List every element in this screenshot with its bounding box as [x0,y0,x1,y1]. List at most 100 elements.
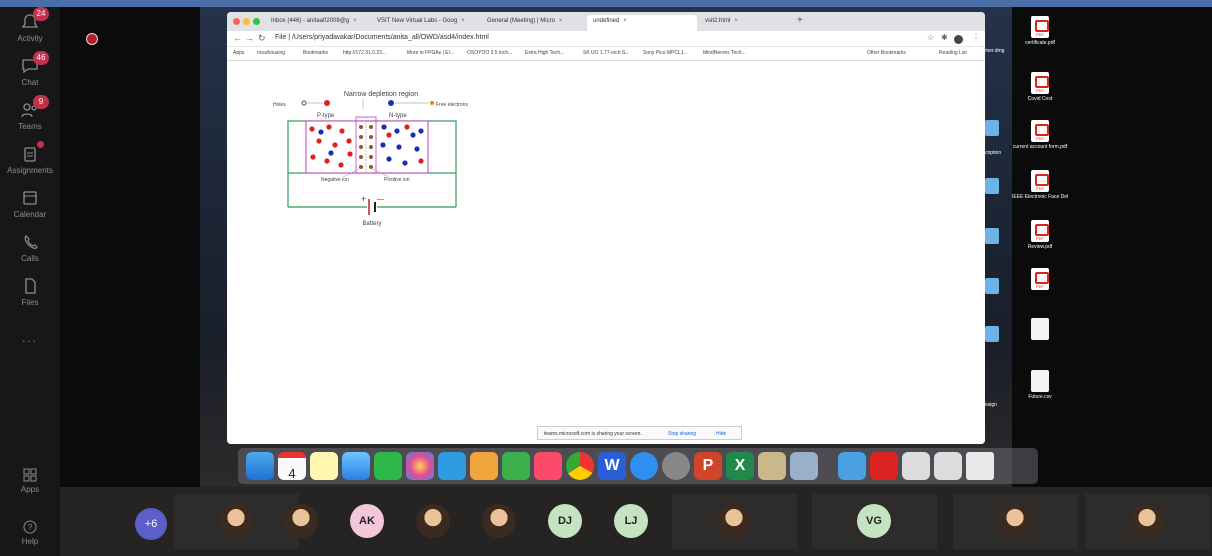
messages-icon[interactable] [342,452,370,480]
powerpoint-icon[interactable]: P [694,452,722,480]
desktop-icon-review[interactable]: Review.pdf [1012,220,1068,250]
pdf-icon [1031,16,1049,38]
reload-icon[interactable]: ↻ [258,33,266,44]
excel-icon[interactable]: X [726,452,754,480]
positive-ion-label: Positive ion [384,177,410,183]
chrome-icon[interactable] [566,452,594,480]
rail-item-chat[interactable]: 46 Chat [0,51,60,99]
bookmark-http[interactable]: http://172.31.0.23... [343,50,386,56]
forward-icon[interactable]: → [245,33,254,43]
close-window-button[interactable] [233,18,240,25]
folder-icon[interactable] [985,120,999,136]
bookmark-bookmarks[interactable]: Bookmarks [303,50,328,56]
rail-item-calls[interactable]: Calls [0,229,60,275]
system-preferences-icon[interactable] [662,452,690,480]
rail-label-calls: Calls [21,254,39,263]
participant-tile[interactable] [953,494,1078,549]
tab-vsit-labs[interactable]: VSIT New Virtual Labs - Goog × [371,15,479,31]
tab-teams-meeting[interactable]: General (Meeting) | Micro × [481,15,585,31]
bookmark-apps[interactable]: Apps [233,50,244,56]
stop-sharing-button[interactable]: Stop sharing [668,431,696,437]
bookmark-sony-pico[interactable]: Sony Pico MPCL1... [643,50,688,56]
maximize-window-button[interactable] [253,18,260,25]
tab-undefined[interactable]: undefined × [587,15,697,31]
desktop-icon-pdf[interactable] [1012,268,1068,290]
desktop-icon-current-account[interactable]: current account form.pdf [1012,120,1068,150]
help-label: Help [21,537,39,546]
bookmark-osoyoo[interactable]: OSOYOO 3.5 inch... [467,50,512,56]
close-tab-icon[interactable]: × [734,18,738,24]
document-stack-icon[interactable] [902,452,930,480]
desktop-icon-future[interactable]: Future.csv [1012,370,1068,400]
numbers-icon[interactable] [502,452,530,480]
participant-tile[interactable] [1085,494,1210,549]
bookmark-sk-uo[interactable]: SK UO 1.77-inch S... [583,50,629,56]
rail-item-calendar[interactable]: Calendar [0,185,60,231]
participant-tile[interactable]: VG [812,494,937,549]
music-icon[interactable] [534,452,562,480]
rail-item-teams[interactable]: 9 Teams [0,95,60,143]
participant-tile[interactable] [672,494,797,549]
hide-button[interactable]: Hide [716,431,726,437]
safari-icon[interactable] [630,452,658,480]
keynote-icon[interactable] [438,452,466,480]
avatar: VG [857,504,891,538]
folder-icon[interactable] [985,326,999,342]
rail-item-assignments[interactable]: Assignments [0,141,60,187]
bookmark-fpga[interactable]: More in FPGAs | El... [407,50,454,56]
bookmark-mindnerves[interactable]: MindNerves Tech... [703,50,746,56]
notes-icon[interactable] [310,452,338,480]
minimize-window-button[interactable] [243,18,250,25]
rail-item-help[interactable]: ? Help [0,520,60,546]
close-tab-icon[interactable]: × [623,18,627,24]
assignments-icon [19,145,41,163]
pages-icon[interactable] [470,452,498,480]
extensions-icon[interactable]: ✱ [941,33,948,42]
screen-sharing-banner: teams.microsoft.com is sharing your scre… [537,426,742,440]
negative-ion-label: Negative ion [321,177,349,183]
folder-icon[interactable] [985,178,999,194]
avatar [717,504,751,538]
more-participants-button[interactable]: +6 [135,508,167,540]
profile-avatar[interactable] [954,35,963,44]
close-tab-icon[interactable]: × [559,18,563,24]
bookmark-ncsuhousing[interactable]: ncsuhousing [257,50,285,56]
tab-vsit2[interactable]: vsit2.html × [699,15,795,31]
avatar [998,504,1032,538]
trash-icon[interactable] [966,452,994,480]
star-icon[interactable]: ☆ [927,33,934,42]
preview-icon[interactable] [790,452,818,480]
bookmark-other[interactable]: Other Bookmarks [867,50,906,56]
rail-item-files[interactable]: Files [0,273,60,319]
back-icon[interactable]: ← [233,33,242,43]
teams-badge: 9 [33,95,49,109]
browser-menu-icon[interactable]: ⋮ [972,33,980,42]
bookmark-reading-list[interactable]: Reading List [939,50,967,56]
desktop-icon-ieee[interactable]: IEEE Electronic Face Defect.pdf [1012,170,1068,200]
tab-inbox[interactable]: Inbox (446) - anitaa02008@g × [265,15,369,31]
rail-item-apps[interactable]: Apps [0,468,60,494]
facetime-icon[interactable] [374,452,402,480]
folder-icon[interactable] [985,228,999,244]
close-tab-icon[interactable]: × [461,18,465,24]
folder-icon[interactable] [985,278,999,294]
finder-icon[interactable] [246,452,274,480]
desktop-icon-certificate[interactable]: certificate.pdf [1012,16,1068,46]
desktop-icon-document[interactable] [1012,318,1068,340]
assignments-dot [37,141,44,148]
word-icon[interactable]: W [598,452,626,480]
textedit-icon[interactable] [758,452,786,480]
bookmark-extra-high-tech[interactable]: Extra High Tech... [525,50,564,56]
acrobat-icon[interactable] [870,452,898,480]
teams-dock-icon[interactable] [838,452,866,480]
new-tab-button[interactable]: + [797,15,803,26]
close-tab-icon[interactable]: × [353,18,357,24]
rail-item-activity[interactable]: 24 Activity [0,7,60,55]
url-field[interactable]: File | /Users/priyadiwakar/Documents/ani… [275,34,915,45]
document-stack-icon[interactable] [934,452,962,480]
photos-icon[interactable] [406,452,434,480]
desktop-icon-covid-cost[interactable]: Covid Cost [1012,72,1068,102]
calendar-dock-icon[interactable]: 4 [278,452,306,481]
desktop-label-partial: esign [985,402,997,408]
more-apps-button[interactable]: ... [0,331,60,345]
